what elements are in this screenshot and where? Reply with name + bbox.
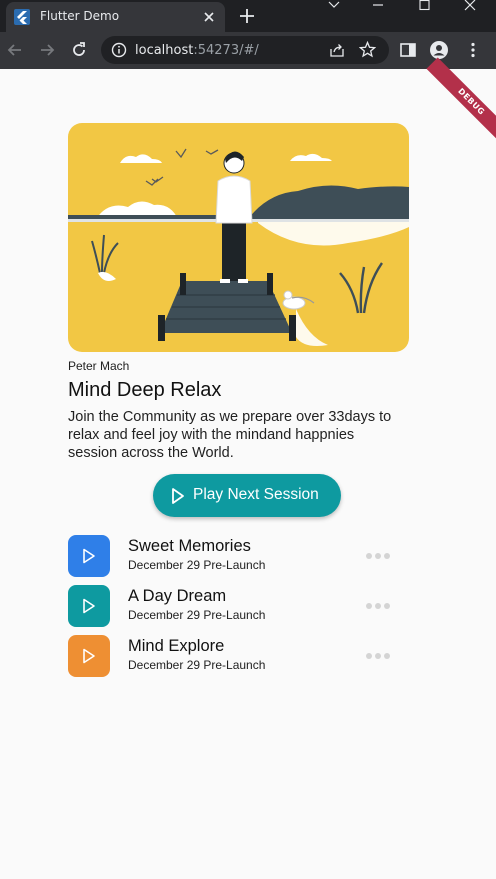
star-icon[interactable] (359, 41, 376, 58)
track-item[interactable]: Sweet Memories December 29 Pre-Launch (68, 535, 398, 577)
author-name: Peter Mach (68, 359, 130, 373)
session-description: Join the Community as we prepare over 33… (68, 409, 392, 461)
address-bar[interactable]: localhost:54273/#/ (101, 36, 389, 64)
session-title: Mind Deep Relax (68, 379, 222, 401)
track-title: Sweet Memories (128, 537, 251, 555)
play-icon (83, 648, 95, 664)
close-tab-icon[interactable] (202, 10, 216, 24)
track-play-button[interactable] (68, 635, 110, 677)
hero-illustration (68, 123, 409, 352)
profile-avatar-icon[interactable] (430, 41, 448, 59)
track-title: Mind Explore (128, 637, 225, 655)
more-options-icon[interactable] (366, 551, 392, 561)
track-subtitle: December 29 Pre-Launch (128, 608, 266, 622)
play-icon (83, 598, 95, 614)
tab-title: Flutter Demo (40, 9, 120, 23)
side-panel-icon[interactable] (399, 41, 417, 59)
more-options-icon[interactable] (366, 651, 392, 661)
url-text: localhost:54273/#/ (135, 43, 259, 58)
share-icon[interactable] (329, 42, 345, 58)
reload-icon[interactable] (70, 41, 88, 59)
more-options-icon[interactable] (366, 601, 392, 611)
back-icon[interactable] (6, 41, 24, 59)
chevron-down-icon[interactable] (314, 0, 354, 16)
play-icon (83, 548, 95, 564)
flutter-icon (14, 9, 30, 25)
debug-banner: DEBUG (426, 57, 496, 147)
more-menu-icon[interactable] (464, 41, 482, 59)
forward-icon[interactable] (38, 41, 56, 59)
track-play-button[interactable] (68, 535, 110, 577)
browser-toolbar: localhost:54273/#/ (0, 32, 496, 69)
maximize-icon[interactable] (404, 0, 444, 16)
url-path: :54273/#/ (193, 43, 259, 58)
close-window-icon[interactable] (450, 0, 490, 16)
browser-titlebar: Flutter Demo (0, 0, 496, 32)
track-subtitle: December 29 Pre-Launch (128, 658, 266, 672)
play-next-session-button[interactable]: Play Next Session (153, 474, 341, 517)
track-item[interactable]: A Day Dream December 29 Pre-Launch (68, 585, 398, 627)
url-host: localhost (135, 43, 194, 58)
minimize-icon[interactable] (358, 0, 398, 16)
play-button-label: Play Next Session (193, 486, 319, 503)
track-title: A Day Dream (128, 587, 227, 605)
lake-pier-illustration (68, 123, 409, 352)
track-subtitle: December 29 Pre-Launch (128, 558, 266, 572)
play-icon (172, 488, 184, 504)
new-tab-icon[interactable] (238, 7, 256, 25)
track-play-button[interactable] (68, 585, 110, 627)
site-info-icon[interactable] (111, 42, 127, 58)
track-item[interactable]: Mind Explore December 29 Pre-Launch (68, 635, 398, 677)
browser-tab[interactable]: Flutter Demo (6, 2, 225, 32)
